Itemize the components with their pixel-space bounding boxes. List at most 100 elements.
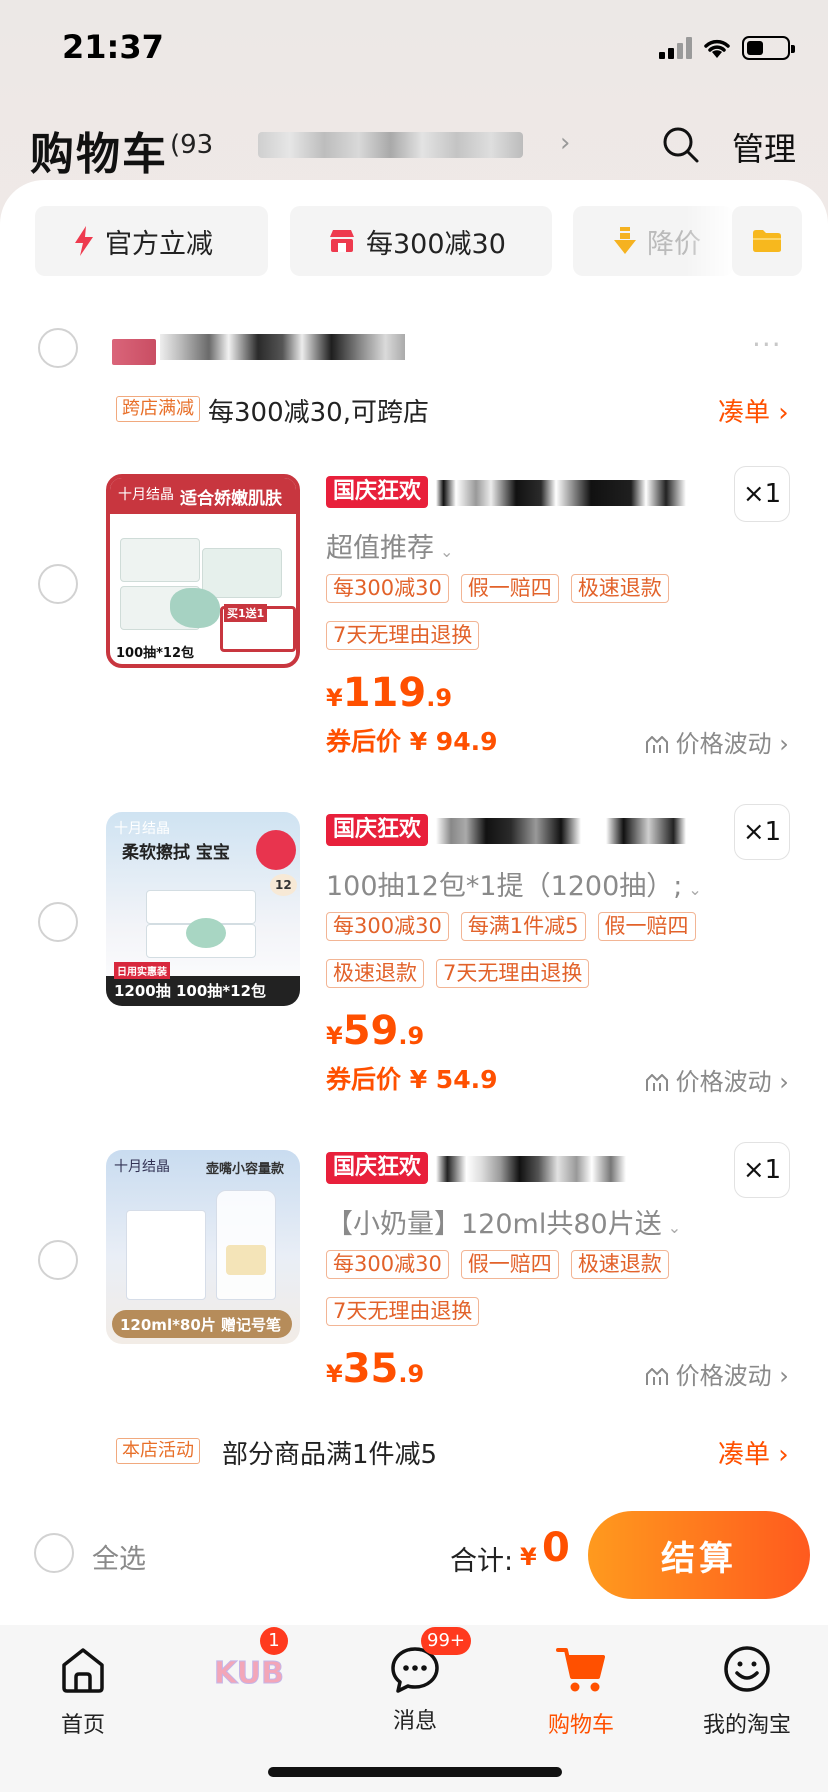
quantity-button[interactable]: ×1 xyxy=(734,804,790,860)
sku-label: 超值推荐 xyxy=(326,533,434,564)
home-icon xyxy=(62,1648,104,1693)
search-icon[interactable] xyxy=(660,124,700,164)
checkout-bar: 全选 合计: ¥ 0 结算 xyxy=(0,1485,828,1625)
select-all-label[interactable]: 全选 xyxy=(92,1537,146,1576)
status-time: 21:37 xyxy=(62,28,164,66)
service-tag: 极速退款 xyxy=(570,574,669,604)
product-thumbnail[interactable]: 十月结晶 柔软擦拭 宝宝 12 日用实惠装 1200抽 100抽*12包 xyxy=(106,812,300,1006)
tab-label: 购物车 xyxy=(547,1713,614,1738)
total-value: 0 xyxy=(542,1525,570,1571)
service-tag: 假一赔四 xyxy=(597,912,696,942)
filter-chip-cross-store[interactable]: 每300减30 xyxy=(290,206,552,276)
sku-selector[interactable]: 超值推荐 ⌄ xyxy=(326,526,453,565)
checkout-button[interactable]: 结算 xyxy=(588,1511,810,1599)
price-trend-link[interactable]: 价格波动 › xyxy=(646,1356,789,1391)
sku-label: 【小奶量】120ml共80片送 xyxy=(326,1209,662,1240)
filter-chip-label: 每300减30 xyxy=(366,228,506,260)
thumb-brand: 十月结晶 xyxy=(114,821,170,837)
price-trend-icon xyxy=(646,1367,668,1385)
service-tag: 每300减30 xyxy=(326,912,449,942)
message-icon: 99+ xyxy=(387,1627,471,1697)
cart-item: 十月结晶 壶嘴小容量款 120ml*80片 赠记号笔 国庆狂欢 ×1 【小奶量】… xyxy=(0,1142,828,1480)
tab-messages[interactable]: 99+ 消息 xyxy=(332,1627,498,1735)
shop-activity-text: 部分商品满1件减5 xyxy=(222,1440,438,1470)
item-select-checkbox[interactable] xyxy=(38,902,78,942)
price-trend-icon xyxy=(646,735,668,753)
quantity-button[interactable]: ×1 xyxy=(734,466,790,522)
total-currency: ¥ xyxy=(520,1543,537,1571)
shop-activity-tag: 本店活动 xyxy=(116,1438,200,1464)
item-select-checkbox[interactable] xyxy=(38,1240,78,1280)
price-trend-link[interactable]: 价格波动 › xyxy=(646,1062,789,1097)
filter-chip-official-discount[interactable]: 官方立减 xyxy=(35,206,268,276)
thumb-sub: 1200抽 100抽*12包 xyxy=(114,982,266,1000)
product-name-blurred[interactable] xyxy=(436,1156,626,1182)
notification-badge: 1 xyxy=(260,1627,288,1655)
chevron-down-icon: ⌄ xyxy=(667,1218,682,1237)
store-select-checkbox[interactable] xyxy=(38,328,78,368)
manage-button[interactable]: 管理 xyxy=(732,124,796,170)
address-selector-blurred[interactable] xyxy=(258,132,523,158)
svg-text:KUB: KUB xyxy=(214,1656,284,1691)
notification-badge: 99+ xyxy=(421,1627,471,1655)
sku-selector[interactable]: 100抽12包*1提（1200抽）; ⌄ xyxy=(326,864,702,903)
thumb-num: 12 xyxy=(270,874,297,896)
folder-icon xyxy=(753,230,781,252)
service-tag: 7天无理由退换 xyxy=(436,959,590,989)
thumb-sub: 120ml*80片 赠记号笔 xyxy=(120,1316,282,1334)
quantity-button[interactable]: ×1 xyxy=(734,1142,790,1198)
gather-order-link[interactable]: 凑单 › xyxy=(718,1434,789,1471)
chip-fade xyxy=(685,206,735,276)
tab-my-taobao[interactable]: 我的淘宝 xyxy=(664,1641,828,1739)
event-badge: 国庆狂欢 xyxy=(326,1152,429,1185)
shop-activity: 本店活动 部分商品满1件减5 凑单 › xyxy=(0,1436,828,1486)
product-thumbnail[interactable]: 十月结晶 壶嘴小容量款 120ml*80片 赠记号笔 xyxy=(106,1150,300,1344)
coupon-price: 券后价 ¥ 54.9 xyxy=(326,1065,498,1094)
home-indicator xyxy=(268,1767,562,1777)
more-icon[interactable]: ··· xyxy=(752,328,782,361)
service-tag: 每300减30 xyxy=(326,1250,449,1280)
filter-chips: 官方立减 每300减30 降价 xyxy=(35,206,828,278)
price-currency: ¥ xyxy=(326,684,343,712)
filter-chip-label: 官方立减 xyxy=(105,228,213,260)
promo-text: 每300减30,可跨店 xyxy=(208,398,429,428)
store-icon xyxy=(330,230,354,252)
chevron-down-icon: ⌄ xyxy=(440,542,454,561)
price-decimal: .9 xyxy=(398,1360,425,1388)
tab-cart[interactable]: 购物车 xyxy=(498,1641,664,1739)
store-logo[interactable] xyxy=(112,339,156,365)
cart-header: 购物车 (93 › 管理 xyxy=(0,110,828,180)
product-name-blurred[interactable] xyxy=(436,818,686,844)
price-decimal: .9 xyxy=(398,1022,425,1050)
select-all-checkbox[interactable] xyxy=(34,1533,74,1573)
cart-item: 十月结晶 柔软擦拭 宝宝 12 日用实惠装 1200抽 100抽*12包 国庆狂… xyxy=(0,804,828,1142)
cart-item: 十月结晶 适合娇嫩肌肤 买1送1 100抽*12包 国庆狂欢 ×1 超值推荐 ⌄ … xyxy=(0,466,828,804)
tab-kub[interactable]: KUB 1 xyxy=(166,1627,332,1697)
price-integer: 59 xyxy=(342,1008,399,1054)
signal-icon xyxy=(659,37,692,59)
price-trend-label: 价格波动 › xyxy=(675,730,789,758)
product-name-blurred[interactable] xyxy=(436,480,686,506)
service-tag: 7天无理由退换 xyxy=(326,621,480,651)
product-thumbnail[interactable]: 十月结晶 适合娇嫩肌肤 买1送1 100抽*12包 xyxy=(106,474,300,668)
tab-home[interactable]: 首页 xyxy=(0,1641,166,1739)
gather-order-link[interactable]: 凑单 › xyxy=(718,392,789,429)
sku-selector[interactable]: 【小奶量】120ml共80片送 ⌄ xyxy=(326,1202,681,1241)
service-tags: 每300减30 每满1件减5 假一赔四 极速退款 7天无理由退换 xyxy=(326,912,726,989)
event-badge: 国庆狂欢 xyxy=(326,814,429,847)
filter-chip-folder[interactable] xyxy=(732,206,802,276)
thumb-brand: 十月结晶 xyxy=(114,1159,170,1175)
price-trend-label: 价格波动 › xyxy=(675,1362,789,1390)
item-select-checkbox[interactable] xyxy=(38,564,78,604)
wifi-icon xyxy=(704,39,730,58)
smile-icon xyxy=(724,1646,770,1692)
tab-label: 消息 xyxy=(392,1709,437,1734)
cross-store-promo: 跨店满减 每300减30,可跨店 凑单 › xyxy=(0,394,828,444)
cart-count: (93 xyxy=(170,130,214,160)
page-title: 购物车 xyxy=(30,129,168,180)
service-tag: 极速退款 xyxy=(570,1250,669,1280)
store-name-blurred[interactable] xyxy=(160,334,405,360)
price-trend-label: 价格波动 › xyxy=(675,1068,789,1096)
price-trend-link[interactable]: 价格波动 › xyxy=(646,724,789,759)
chevron-right-icon[interactable]: › xyxy=(560,128,570,158)
